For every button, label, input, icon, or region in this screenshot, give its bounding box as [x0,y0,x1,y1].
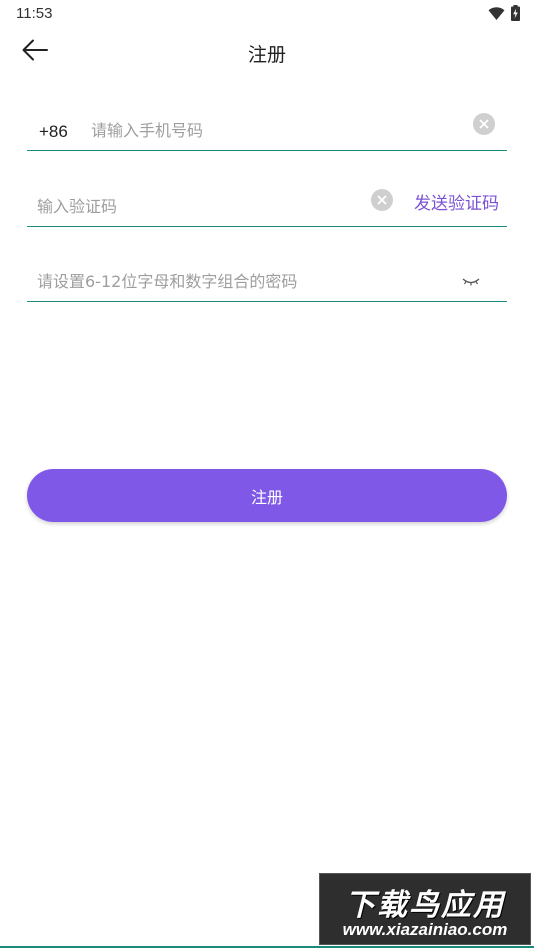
password-input[interactable] [37,269,437,293]
eye-closed-icon[interactable] [461,274,481,288]
watermark-logo: 下载鸟应用 www.xiazainiao.com [319,873,531,945]
phone-input[interactable] [91,118,461,142]
wifi-icon [488,6,505,25]
country-code[interactable]: +86 [39,122,68,142]
status-bar: 11:53 [0,0,534,28]
page-title: 注册 [247,44,286,66]
password-field [27,260,507,302]
verification-code-input[interactable] [37,194,357,218]
status-time: 11:53 [16,5,53,22]
phone-field: +86 [27,108,507,151]
watermark-title: 下载鸟应用 [345,888,505,923]
battery-icon [511,5,520,25]
status-icons [488,5,520,25]
toolbar: 注册 [0,28,534,76]
send-code-button[interactable]: 发送验证码 [414,189,499,214]
watermark-url: www.xiazainiao.com [342,920,508,939]
clear-phone-icon[interactable] [473,113,495,135]
verification-code-field: 发送验证码 [27,184,507,227]
register-screen: 11:53 注册 +86 请输入手机号码 输入验证码 发送验证码 注册 下载鸟应… [0,0,534,948]
register-button[interactable]: 注册 [27,469,507,522]
clear-code-icon[interactable] [371,189,393,211]
